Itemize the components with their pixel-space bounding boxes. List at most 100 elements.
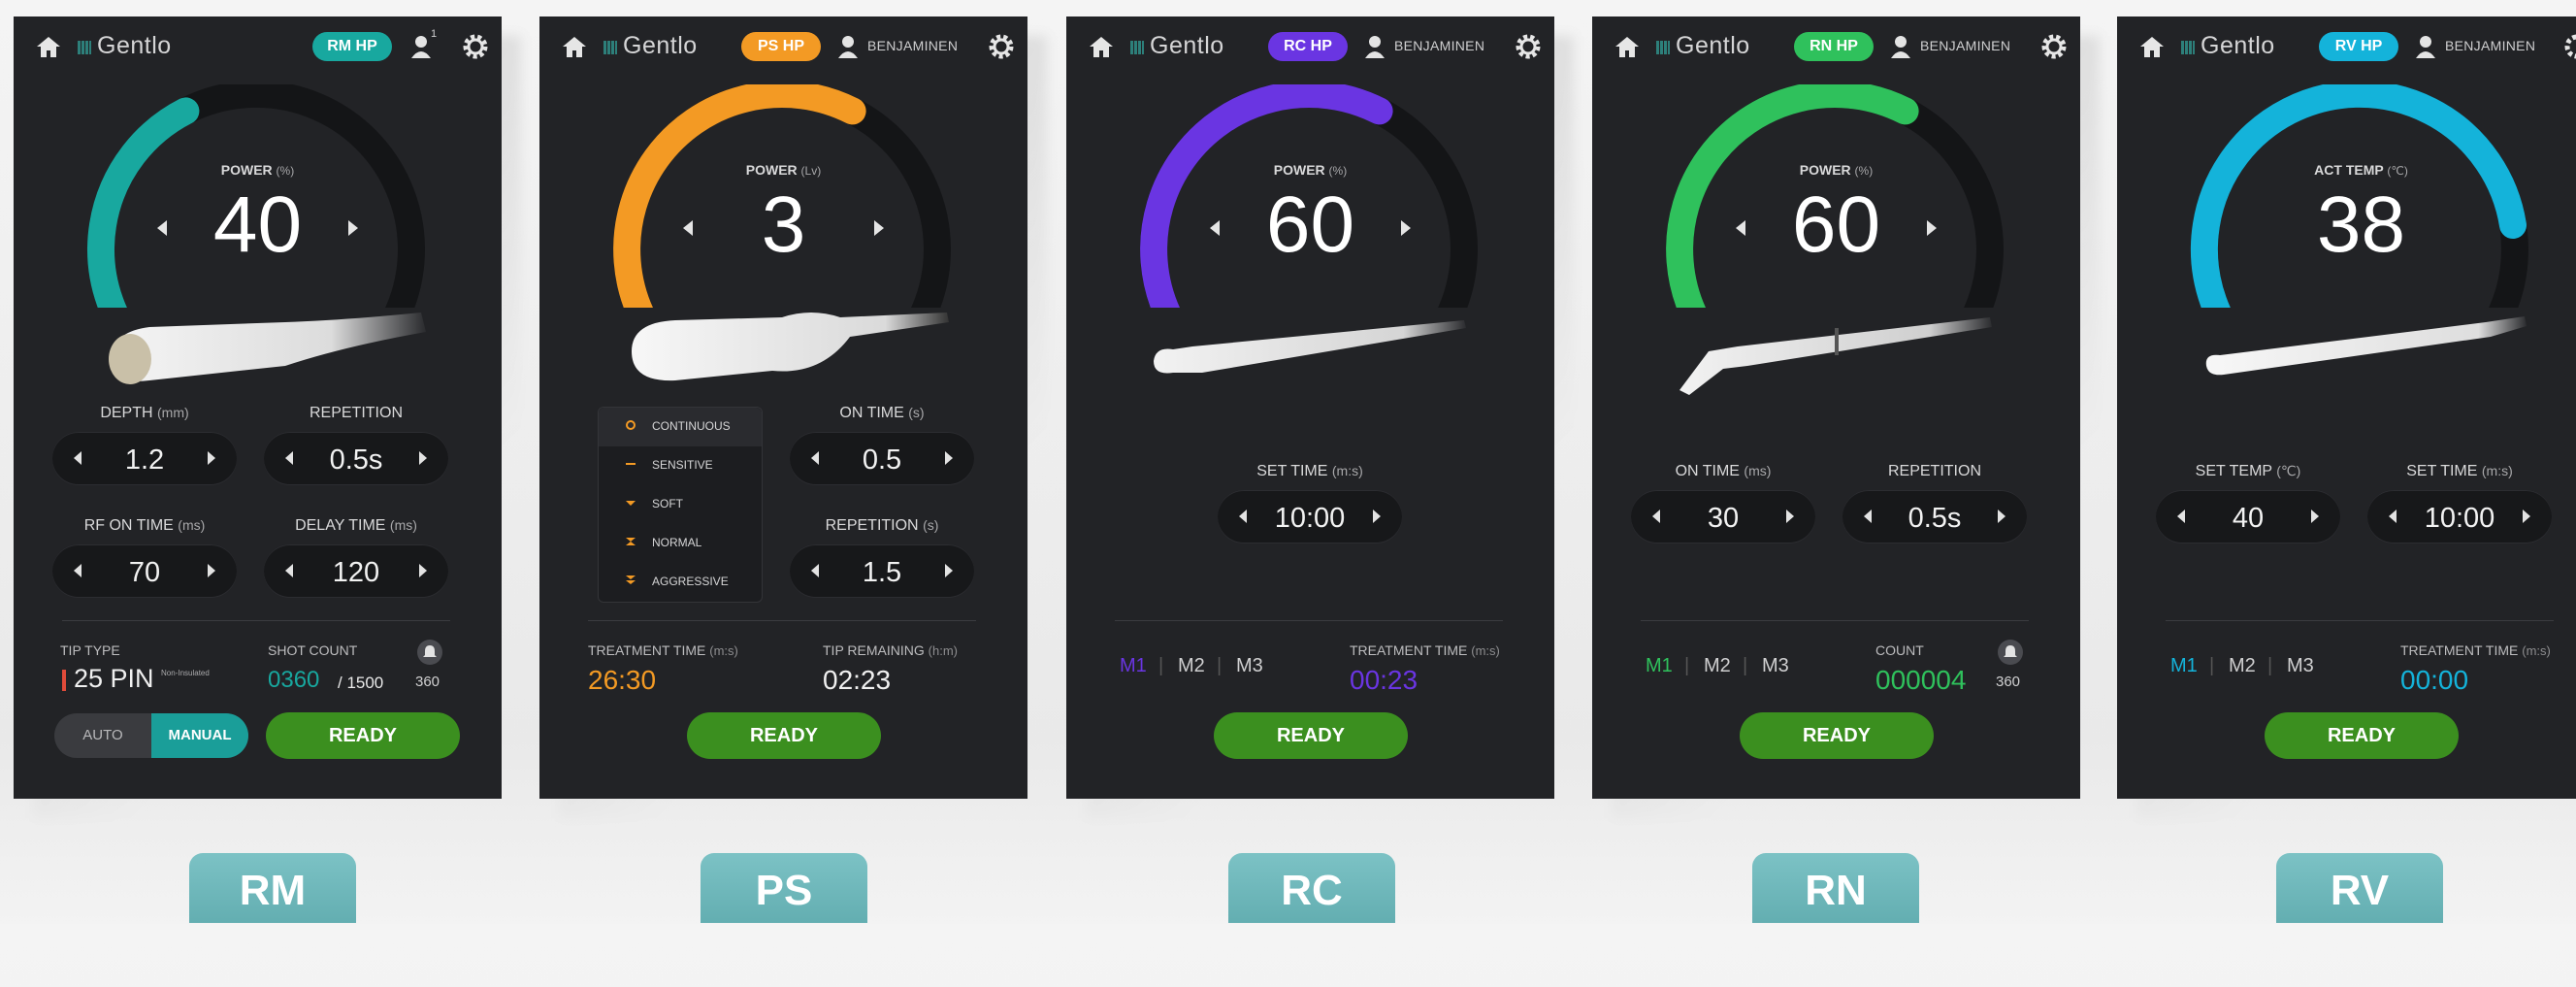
increase-arrow[interactable] (419, 564, 427, 577)
tip-indicator (62, 670, 66, 691)
bell-count: 360 (415, 674, 440, 690)
gauge-increase-arrow[interactable] (1401, 220, 1411, 236)
gear-icon[interactable] (2040, 33, 2068, 60)
user-icon[interactable] (1889, 33, 1918, 60)
ready-button[interactable]: READY (687, 712, 881, 759)
ready-button[interactable]: READY (1740, 712, 1934, 759)
logo-mark-icon (603, 41, 617, 54)
on-time-stepper[interactable]: 0.5 (790, 432, 974, 484)
increase-arrow[interactable] (419, 451, 427, 465)
increase-arrow[interactable] (1998, 510, 2005, 523)
tip-type-note: Non-Insulated (161, 669, 210, 677)
manual-option[interactable]: MANUAL (151, 713, 248, 758)
divider (2166, 620, 2554, 621)
divider (62, 620, 450, 621)
device-screen: Gentlo RN HP BENJAMINEN POWER (%) 60 ON … (1592, 16, 2080, 799)
home-icon[interactable] (2138, 34, 2166, 59)
auto-option[interactable]: AUTO (54, 713, 151, 758)
gear-icon[interactable] (462, 33, 489, 60)
treatment-time-value: 00:00 (2400, 665, 2469, 695)
delay-time-stepper[interactable]: 120 (264, 544, 448, 597)
count-label: COUNT (1875, 642, 1924, 658)
bell-icon[interactable] (1998, 640, 2023, 665)
home-icon[interactable] (1614, 34, 1641, 59)
treatment-time-label: TREATMENT TIME (m:s) (1350, 642, 1500, 658)
ready-button[interactable]: READY (2265, 712, 2459, 759)
increase-arrow[interactable] (2523, 510, 2530, 523)
increase-arrow[interactable] (1786, 510, 1794, 523)
ready-button[interactable]: READY (266, 712, 460, 759)
user-badge: 1 (431, 28, 438, 40)
home-icon[interactable] (561, 34, 588, 59)
set-time-stepper[interactable]: 10:00 (1218, 490, 1402, 543)
home-icon[interactable] (1088, 34, 1115, 59)
gauge-decrease-arrow[interactable] (683, 220, 693, 236)
logo-mark-icon (2181, 41, 2195, 54)
header: Gentlo PS HP BENJAMINEN (539, 16, 1027, 75)
depth-stepper[interactable]: 1.2 (52, 432, 237, 484)
gauge-increase-arrow[interactable] (348, 220, 358, 236)
handpiece-badge: RV HP (2319, 32, 2398, 61)
tab-m1[interactable]: M1 (1646, 655, 1673, 677)
on-time-stepper[interactable]: 30 (1631, 490, 1815, 543)
caption-rc: RC (1228, 853, 1395, 923)
mode-item-aggressive[interactable]: AGGRESSIVE (599, 563, 762, 602)
bell-count: 360 (1996, 674, 2021, 690)
increase-arrow[interactable] (945, 564, 953, 577)
shot-count-label: SHOT COUNT (268, 642, 358, 658)
increase-arrow[interactable] (208, 564, 215, 577)
set-time-label: SET TIME (m:s) (1256, 463, 1363, 479)
tab-m3[interactable]: M3 (2287, 655, 2314, 677)
gauge-decrease-arrow[interactable] (1210, 220, 1220, 236)
panel-rm: Gentlo RM HP 1 POWER (%) 40 DEPTH (mm) R… (14, 16, 521, 987)
mode-item-sensitive[interactable]: SENSITIVE (599, 446, 762, 485)
auto-manual-toggle[interactable]: AUTO MANUAL (54, 713, 248, 758)
gear-icon[interactable] (1515, 33, 1542, 60)
gear-icon[interactable] (2563, 33, 2576, 60)
increase-arrow[interactable] (208, 451, 215, 465)
on-time-label: ON TIME (s) (839, 405, 925, 421)
tab-divider: | (1217, 655, 1223, 676)
repetition-stepper[interactable]: 0.5s (264, 432, 448, 484)
bell-icon[interactable] (417, 640, 442, 665)
tab-m3[interactable]: M3 (1762, 655, 1789, 677)
mode-menu[interactable]: CONTINUOUS SENSITIVE SOFT NORMAL AGGRESS… (598, 407, 763, 603)
tab-m2[interactable]: M2 (1704, 655, 1731, 677)
mode-item-soft[interactable]: SOFT (599, 485, 762, 524)
tab-divider: | (1684, 655, 1690, 676)
ready-button[interactable]: READY (1214, 712, 1408, 759)
increase-arrow[interactable] (945, 451, 953, 465)
panel-rv: Gentlo RV HP BENJAMINEN ACT TEMP (℃) 38 … (2117, 16, 2576, 987)
brand-logo: Gentlo (1150, 32, 1224, 59)
repetition-stepper[interactable]: 1.5 (790, 544, 974, 597)
rf-on-time-stepper[interactable]: 70 (52, 544, 237, 597)
set-time-label: SET TIME (m:s) (2406, 463, 2513, 479)
home-icon[interactable] (35, 34, 62, 59)
repetition-stepper[interactable]: 0.5s (1842, 490, 2027, 543)
divider (588, 620, 976, 621)
set-time-stepper[interactable]: 10:00 (2367, 490, 2552, 543)
handpiece-badge: PS HP (741, 32, 821, 61)
user-icon[interactable] (836, 33, 865, 60)
gauge-increase-arrow[interactable] (874, 220, 884, 236)
tab-m2[interactable]: M2 (1178, 655, 1205, 677)
treatment-time-label: TREATMENT TIME (m:s) (588, 642, 738, 658)
gear-icon[interactable] (988, 33, 1015, 60)
mode-item-continuous[interactable]: CONTINUOUS (599, 408, 762, 446)
user-icon[interactable] (2414, 33, 2443, 60)
tab-m1[interactable]: M1 (1120, 655, 1147, 677)
gauge-decrease-arrow[interactable] (157, 220, 167, 236)
header: Gentlo RV HP BENJAMINEN (2117, 16, 2576, 75)
header: Gentlo RC HP BENJAMINEN (1066, 16, 1554, 75)
tab-m1[interactable]: M1 (2170, 655, 2198, 677)
tab-m3[interactable]: M3 (1236, 655, 1263, 677)
brand-logo: Gentlo (1676, 32, 1750, 59)
gauge-increase-arrow[interactable] (1927, 220, 1937, 236)
user-icon[interactable] (1363, 33, 1392, 60)
increase-arrow[interactable] (1373, 510, 1381, 523)
set-temp-stepper[interactable]: 40 (2156, 490, 2340, 543)
gauge-decrease-arrow[interactable] (1736, 220, 1745, 236)
tab-m2[interactable]: M2 (2229, 655, 2256, 677)
mode-item-normal[interactable]: NORMAL (599, 524, 762, 563)
increase-arrow[interactable] (2311, 510, 2319, 523)
